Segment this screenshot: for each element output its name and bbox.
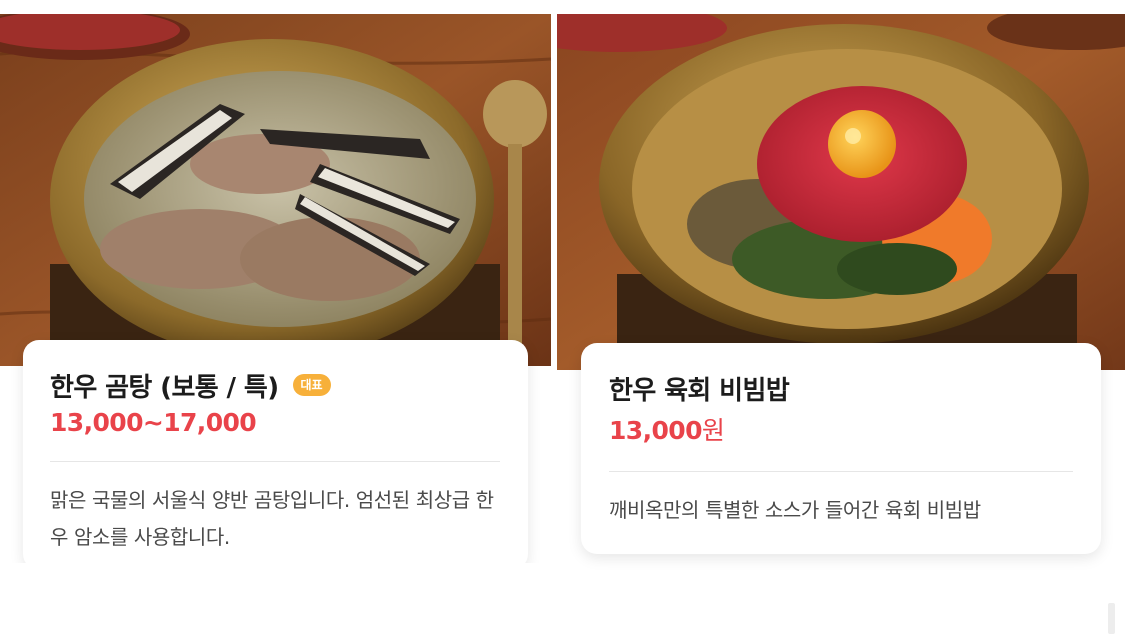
menu-page: 한우 곰탕 (보통 / 특) 대표 13,000~17,000 맑은 국물의 서… bbox=[0, 0, 1125, 634]
menu-name: 한우 육회 비빔밥 bbox=[609, 375, 790, 406]
divider bbox=[609, 471, 1073, 472]
price-unit: 원 bbox=[701, 416, 725, 445]
price-value: 13,000 bbox=[609, 416, 702, 445]
menu-description: 맑은 국물의 서울식 양반 곰탕입니다. 엄선된 최상급 한우 암소를 사용합니… bbox=[50, 488, 494, 549]
menu-card-yukhoe-bibimbap[interactable]: 한우 육회 비빔밥 13,000원 깨비옥만의 특별한 소스가 들어간 육회 비… bbox=[581, 343, 1101, 554]
menu-title-row: 한우 곰탕 (보통 / 특) 대표 bbox=[50, 368, 500, 403]
menu-name: 한우 곰탕 (보통 / 특) bbox=[50, 372, 279, 403]
signature-badge: 대표 bbox=[292, 374, 331, 396]
price-value: 13,000~17,000 bbox=[50, 408, 257, 437]
menu-card-gomtang[interactable]: 한우 곰탕 (보통 / 특) 대표 13,000~17,000 맑은 국물의 서… bbox=[23, 340, 528, 570]
divider bbox=[50, 461, 500, 462]
menu-title-row: 한우 육회 비빔밥 bbox=[609, 371, 1073, 406]
viewport-cutoff bbox=[0, 563, 560, 634]
menu-price: 13,000원 bbox=[609, 411, 1073, 447]
scrollbar-thumb[interactable] bbox=[1108, 603, 1115, 634]
menu-price: 13,000~17,000 bbox=[50, 408, 500, 437]
yukhoe-bibimbap-photo[interactable] bbox=[557, 14, 1125, 370]
gomtang-photo[interactable] bbox=[0, 14, 551, 366]
menu-description: 깨비옥만의 특별한 소스가 들어간 육회 비빔밥 bbox=[609, 498, 981, 522]
